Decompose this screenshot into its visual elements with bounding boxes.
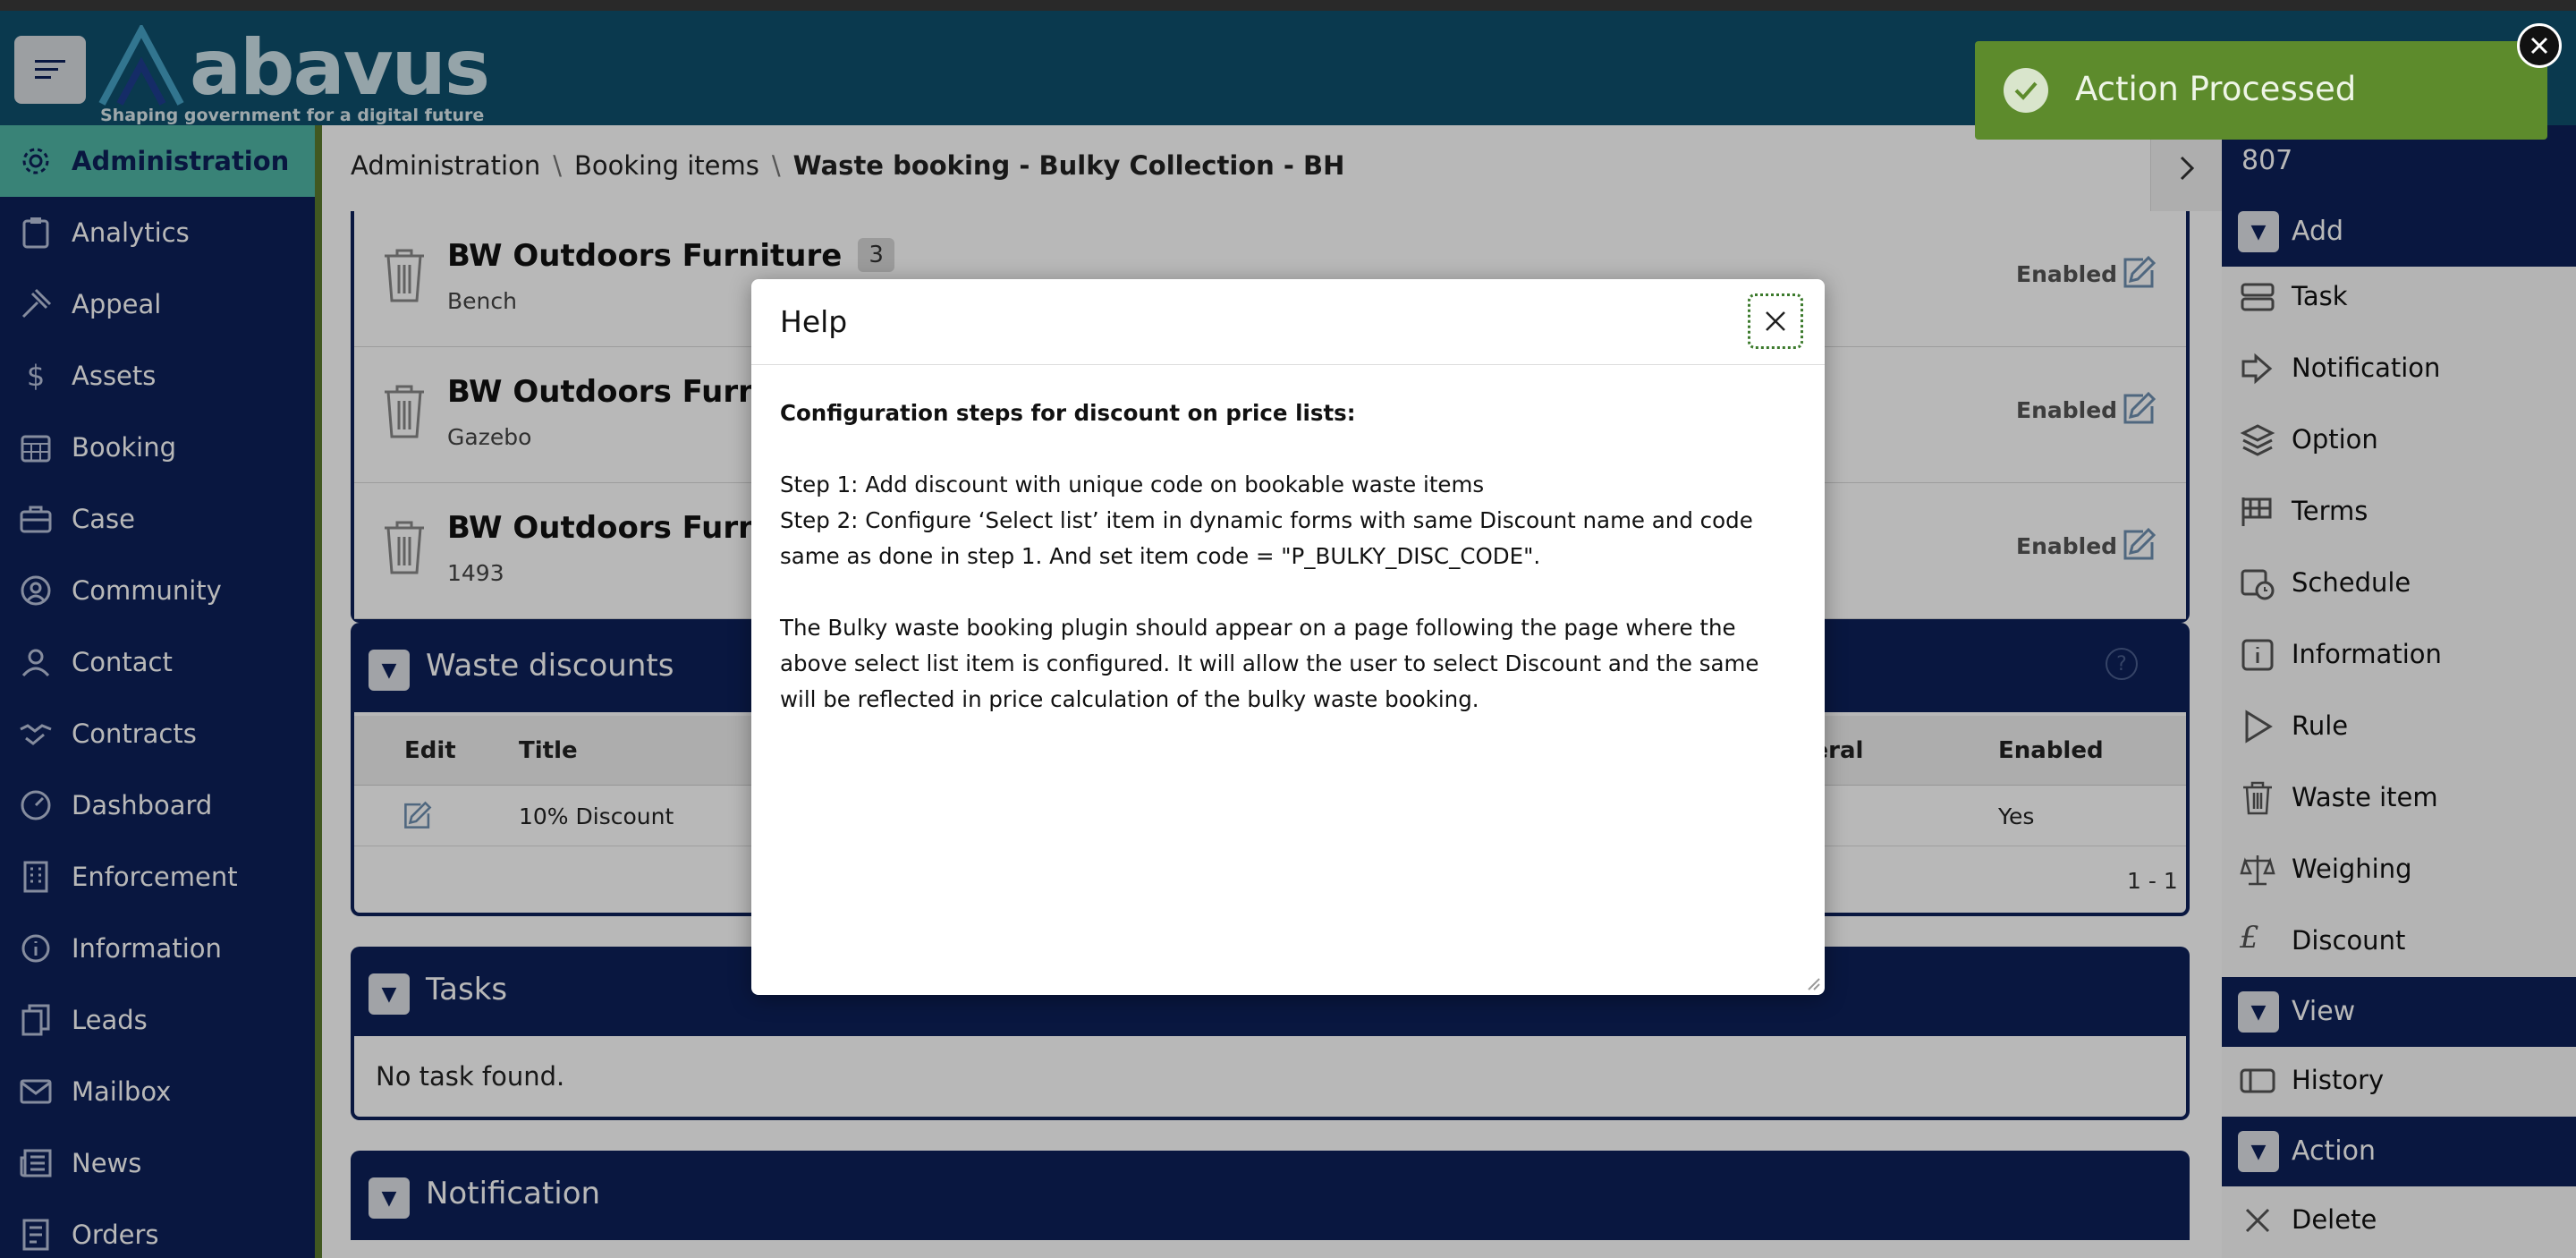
dialog-header: Help [751,279,1825,365]
help-dialog: Help Configuration steps for discount on… [751,279,1825,995]
close-icon [2530,37,2548,55]
close-icon [1766,311,1785,331]
success-toast: Action Processed [1975,41,2547,140]
dialog-body: Configuration steps for discount on pric… [780,395,1800,718]
help-paragraph: The Bulky waste booking plugin should ap… [780,615,1759,712]
dialog-title: Help [780,304,848,339]
resize-handle-icon[interactable] [1805,975,1821,991]
dialog-close-button[interactable] [1748,293,1803,349]
help-step-2: Step 2: Configure ‘Select list’ item in … [780,507,1753,569]
toast-message: Action Processed [2075,70,2357,108]
checkmark-icon [2004,68,2048,113]
toast-close-button[interactable] [2517,23,2562,68]
help-step-1: Step 1: Add discount with unique code on… [780,472,1485,497]
help-heading: Configuration steps for discount on pric… [780,400,1356,426]
